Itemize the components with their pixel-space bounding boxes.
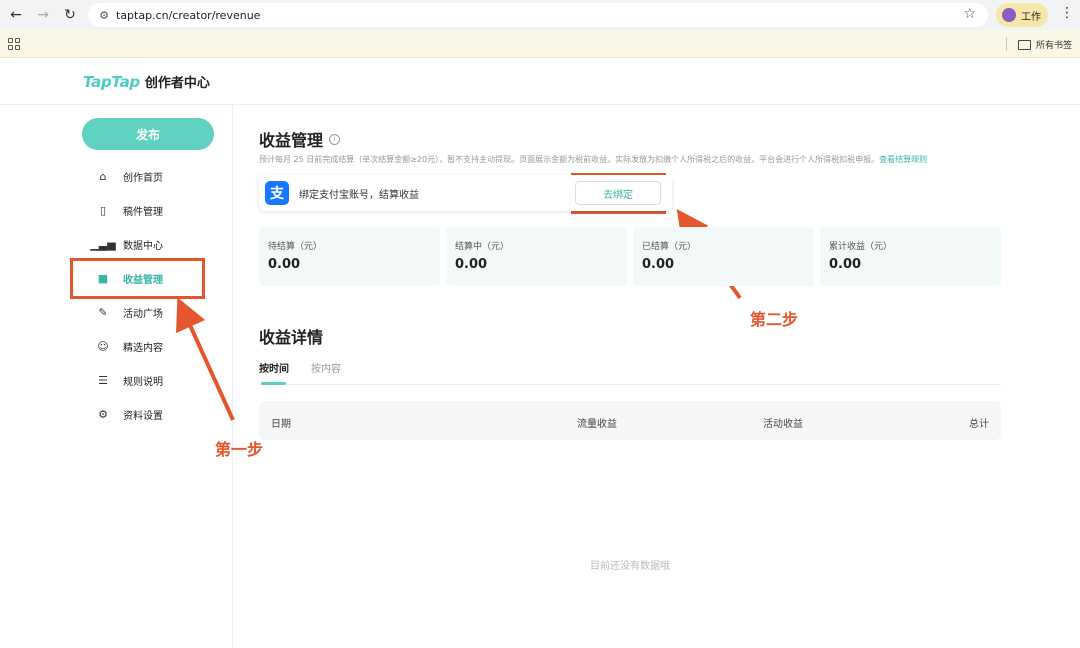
address-bar[interactable]: ⚙ taptap.cn/creator/revenue ☆ (88, 3, 988, 27)
sidebar-item-featured[interactable]: ☺ 精选内容 (96, 336, 163, 356)
sidebar-item-manuscripts[interactable]: ▯ 稿件管理 (96, 200, 163, 220)
sidebar: 发布 ⌂ 创作首页 ▯ 稿件管理 ▁▃▅ 数据中心 ■ 收益管理 ✎ 活动广场 … (0, 105, 233, 648)
site-settings-icon[interactable]: ⚙ (92, 9, 116, 22)
stat-label: 结算中（元） (455, 242, 510, 252)
reload-icon[interactable]: ↻ (60, 5, 80, 25)
stat-label: 已结算（元） (642, 242, 697, 252)
forward-icon[interactable]: → (33, 5, 53, 25)
revenue-tabs: 按时间 按内容 (259, 360, 1001, 385)
bookmark-divider (1006, 37, 1007, 51)
column-activity-revenue: 活动收益 (763, 419, 803, 430)
active-tab-indicator (261, 382, 286, 385)
profile-button[interactable]: 工作 (996, 3, 1048, 27)
column-date: 日期 (271, 419, 291, 430)
sidebar-item-label: 规则说明 (123, 376, 163, 388)
browser-toolbar: ← → ↻ ⚙ taptap.cn/creator/revenue ☆ 工作 ⋮ (0, 0, 1080, 30)
apps-grid-icon[interactable] (8, 38, 20, 50)
publish-button[interactable]: 发布 (82, 118, 214, 150)
column-total: 总计 (969, 419, 989, 430)
stat-value: 0.00 (829, 257, 862, 272)
taptap-logo[interactable]: TapTap 创作者中心 (83, 72, 210, 91)
sidebar-item-label: 创作首页 (123, 172, 163, 184)
sidebar-item-rules[interactable]: ☰ 规则说明 (96, 370, 163, 390)
avatar (1002, 8, 1016, 22)
document-icon: ▯ (99, 203, 107, 217)
bind-button[interactable]: 去绑定 (575, 181, 661, 205)
tab-by-time[interactable]: 按时间 (259, 360, 289, 375)
all-bookmarks-label: 所有书签 (1036, 41, 1073, 51)
url-text: taptap.cn/creator/revenue (116, 8, 261, 22)
stat-cumulative: 累计收益（元） 0.00 (820, 227, 1001, 286)
bookmark-star-icon[interactable]: ☆ (963, 6, 976, 22)
revenue-details-title: 收益详情 (259, 328, 324, 347)
rules-icon: ☰ (98, 373, 108, 387)
step1-highlight-box (70, 258, 205, 299)
sidebar-item-label: 活动广场 (123, 308, 163, 320)
page-header: TapTap 创作者中心 (0, 58, 1080, 105)
featured-icon: ☺ (97, 339, 109, 353)
sidebar-item-data-center[interactable]: ▁▃▅ 数据中心 (90, 234, 163, 254)
info-icon[interactable]: i (329, 133, 341, 145)
step1-label: 第一步 (215, 440, 264, 459)
tab-by-content[interactable]: 按内容 (311, 360, 341, 375)
sidebar-item-label: 精选内容 (123, 342, 163, 354)
alipay-icon: 支 (265, 181, 289, 205)
sidebar-item-activities[interactable]: ✎ 活动广场 (96, 302, 163, 322)
table-header: 日期 流量收益 活动收益 总计 (259, 401, 1001, 440)
stat-value: 0.00 (455, 257, 488, 272)
stat-value: 0.00 (268, 257, 301, 272)
stat-pending: 待结算（元） 0.00 (259, 227, 440, 286)
stat-value: 0.00 (642, 257, 675, 272)
stat-label: 累计收益（元） (829, 242, 893, 252)
notice-text: 预计每月 25 日前完成结算（单次结算金额≥20元），暂不支持主动提现。页面展示… (259, 155, 880, 164)
bind-alipay-text: 绑定支付宝账号，结算收益 (299, 189, 419, 201)
empty-state-text: 目前还没有数据哦 (590, 561, 670, 572)
sidebar-item-settings[interactable]: ⚙ 资料设置 (96, 404, 163, 424)
profile-label: 工作 (1021, 11, 1041, 23)
settlement-rules-link[interactable]: 查看结算规则 (879, 155, 927, 164)
bar-chart-icon: ▁▃▅ (90, 237, 116, 251)
alipay-bind-card: 支 绑定支付宝账号，结算收益 去绑定 (259, 175, 672, 211)
back-icon[interactable]: ← (6, 5, 26, 25)
stat-settled: 已结算（元） 0.00 (633, 227, 814, 286)
brand-text: TapTap (83, 73, 140, 91)
folder-icon (1018, 39, 1031, 50)
home-icon: ⌂ (99, 169, 107, 183)
sidebar-item-label: 稿件管理 (123, 206, 163, 218)
brand-subtitle: 创作者中心 (144, 76, 210, 91)
party-icon: ✎ (98, 305, 108, 319)
settings-icon: ⚙ (98, 407, 108, 421)
more-menu-icon[interactable]: ⋮ (1060, 5, 1074, 21)
bookmark-bar: 所有书签 (0, 30, 1080, 58)
settlement-notice: 预计每月 25 日前完成结算（单次结算金额≥20元），暂不支持主动提现。页面展示… (259, 154, 927, 165)
sidebar-item-label: 数据中心 (123, 240, 163, 252)
stat-settling: 结算中（元） 0.00 (446, 227, 627, 286)
sidebar-item-home[interactable]: ⌂ 创作首页 (96, 166, 164, 186)
column-traffic-revenue: 流量收益 (577, 419, 617, 430)
step2-label: 第二步 (750, 310, 799, 329)
sidebar-item-label: 资料设置 (123, 410, 163, 422)
page-title-text: 收益管理 (259, 131, 324, 150)
all-bookmarks-button[interactable]: 所有书签 (1018, 38, 1072, 51)
page-title: 收益管理 i (259, 127, 341, 151)
stat-label: 待结算（元） (268, 242, 323, 252)
